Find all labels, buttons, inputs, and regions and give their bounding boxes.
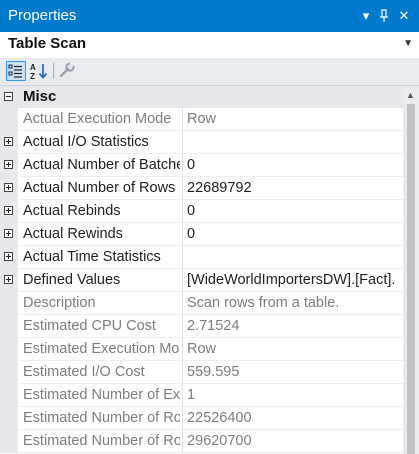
property-value[interactable]: 0: [187, 203, 401, 219]
collapse-icon[interactable]: [4, 92, 13, 101]
row-gutter: [0, 430, 18, 453]
column-divider[interactable]: [182, 177, 183, 200]
property-row[interactable]: Actual Number of Rows 22689792: [0, 177, 403, 200]
expand-icon[interactable]: [4, 275, 13, 284]
property-row[interactable]: Estimated Execution Mode Row: [0, 338, 403, 361]
property-grid: Misc Actual Execution Mode Row Actual I/O …: [0, 86, 403, 454]
property-name: Estimated I/O Cost: [23, 364, 145, 380]
property-name: Description: [23, 295, 96, 311]
property-value: Row: [187, 111, 217, 127]
categorized-view-button[interactable]: [6, 61, 26, 81]
window-title: Properties: [8, 7, 77, 24]
property-name: Actual Execution Mode: [23, 111, 172, 127]
property-name: Actual Rewinds: [23, 226, 123, 242]
property-name: Estimated Number of Rows: [23, 410, 180, 426]
property-name: Estimated CPU Cost: [23, 318, 156, 334]
column-divider[interactable]: [182, 200, 183, 223]
chevron-down-icon[interactable]: ▼: [403, 38, 413, 49]
object-selector-value: Table Scan: [8, 35, 87, 52]
pin-icon[interactable]: [375, 6, 393, 26]
row-gutter: [0, 292, 18, 315]
property-pages-button[interactable]: [58, 61, 78, 81]
categorized-view-icon: [8, 64, 22, 78]
expand-icon[interactable]: [4, 229, 13, 238]
window-options-dropdown-icon[interactable]: ▾: [357, 6, 375, 26]
expand-icon[interactable]: [4, 183, 13, 192]
row-gutter: [0, 384, 18, 407]
close-icon[interactable]: ✕: [395, 6, 413, 26]
column-divider[interactable]: [182, 154, 183, 177]
property-row[interactable]: Defined Values [WideWorldImportersDW].[Fa…: [0, 269, 403, 292]
toolbar-separator: [53, 63, 54, 79]
property-name: Actual Time Statistics: [23, 249, 161, 265]
vertical-scrollbar[interactable]: ▲: [403, 86, 419, 454]
column-divider[interactable]: [182, 338, 183, 361]
property-row[interactable]: Actual Rewinds 0: [0, 223, 403, 246]
property-row[interactable]: Actual Execution Mode Row: [0, 108, 403, 131]
property-row[interactable]: Estimated CPU Cost 2.71524: [0, 315, 403, 338]
properties-title-bar: Properties ▾ ✕: [0, 0, 419, 32]
property-row[interactable]: Estimated I/O Cost 559.595: [0, 361, 403, 384]
property-value[interactable]: 0: [187, 157, 401, 173]
row-gutter: [0, 407, 18, 430]
alphabetical-sort-button[interactable]: A Z: [29, 61, 49, 81]
column-divider[interactable]: [182, 315, 183, 338]
property-value: Row: [187, 341, 217, 357]
column-divider[interactable]: [182, 246, 183, 269]
expand-icon[interactable]: [4, 252, 13, 261]
column-divider[interactable]: [182, 361, 183, 384]
row-divider: [18, 452, 403, 453]
property-name: Estimated Execution Mode: [23, 341, 180, 357]
property-value: Scan rows from a table.: [187, 295, 340, 311]
property-name: Actual Rebinds: [23, 203, 121, 219]
row-gutter: [0, 338, 18, 361]
scrollbar-thumb[interactable]: [407, 104, 415, 454]
svg-text:Z: Z: [30, 72, 35, 81]
property-value: 2.71524: [187, 318, 240, 334]
property-value[interactable]: [WideWorldImportersDW].[Fact].: [187, 272, 401, 288]
row-gutter: [0, 361, 18, 384]
column-divider[interactable]: [182, 430, 183, 453]
expand-icon[interactable]: [4, 206, 13, 215]
property-name: Actual Number of Rows: [23, 180, 176, 196]
object-selector-combo[interactable]: Table Scan ▼: [0, 32, 419, 59]
column-divider[interactable]: [182, 269, 183, 292]
property-name: Actual I/O Statistics: [23, 134, 149, 150]
property-value[interactable]: 22689792: [187, 180, 401, 196]
column-divider[interactable]: [182, 131, 183, 154]
expand-icon[interactable]: [4, 160, 13, 169]
svg-text:A: A: [30, 63, 36, 72]
property-row[interactable]: Actual I/O Statistics: [0, 131, 403, 154]
property-value: 22526400: [187, 410, 252, 426]
property-row[interactable]: Estimated Number of Rows 22526400: [0, 407, 403, 430]
property-row[interactable]: Estimated Number of Rows to be Read 29620…: [0, 430, 403, 453]
category-row-misc[interactable]: Misc: [0, 86, 403, 108]
alphabetical-sort-icon: A Z: [30, 63, 48, 81]
property-value: 559.595: [187, 364, 240, 380]
property-name: Defined Values: [23, 272, 121, 288]
property-row[interactable]: Description Scan rows from a table.: [0, 292, 403, 315]
property-value: 1: [187, 387, 196, 403]
property-row[interactable]: Estimated Number of Executions 1: [0, 384, 403, 407]
column-divider[interactable]: [182, 108, 183, 131]
wrench-icon: [59, 62, 75, 78]
column-divider[interactable]: [182, 292, 183, 315]
column-divider[interactable]: [182, 384, 183, 407]
row-gutter: [0, 315, 18, 338]
column-divider[interactable]: [182, 407, 183, 430]
property-row[interactable]: Actual Time Statistics: [0, 246, 403, 269]
expand-icon[interactable]: [4, 137, 13, 146]
property-row[interactable]: Actual Number of Batches 0: [0, 154, 403, 177]
category-label: Misc: [23, 88, 57, 105]
property-name: Estimated Number of Executions: [23, 387, 180, 403]
row-gutter: [0, 108, 18, 131]
properties-toolbar: A Z: [0, 58, 419, 86]
scroll-up-icon[interactable]: ▲: [406, 90, 415, 100]
property-value[interactable]: 0: [187, 226, 401, 242]
property-row[interactable]: Actual Rebinds 0: [0, 200, 403, 223]
column-divider[interactable]: [182, 223, 183, 246]
property-value: 29620700: [187, 433, 252, 449]
property-name: Actual Number of Batches: [23, 157, 180, 173]
property-name: Estimated Number of Rows to be Read: [23, 433, 180, 449]
